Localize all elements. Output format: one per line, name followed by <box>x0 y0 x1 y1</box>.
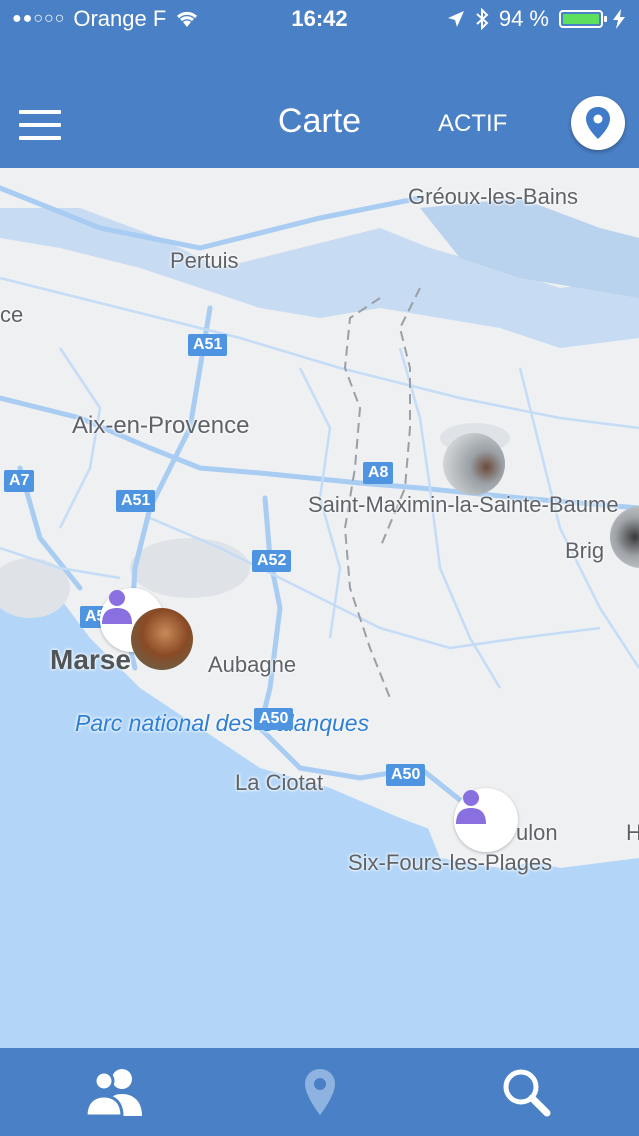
battery-percent: 94 % <box>498 6 549 31</box>
map-view[interactable]: Gréoux-les-Bains Pertuis ce Aix-en-Prove… <box>0 168 639 1048</box>
place-ce: ce <box>0 302 24 327</box>
friends-icon <box>84 1069 142 1118</box>
road-shield-a50-left: A50 <box>254 708 294 730</box>
location-button[interactable] <box>571 96 625 150</box>
road-shield-a51-top: A51 <box>188 334 228 356</box>
search-icon <box>503 1069 551 1117</box>
status-bar: ●●○○○ Orange F 16:42 94 % <box>0 0 639 40</box>
location-arrow-icon <box>447 11 464 27</box>
place-aubagne: Aubagne <box>208 652 297 677</box>
road-shield-a7: A7 <box>4 470 35 492</box>
user-icon <box>102 590 132 624</box>
battery-icon <box>559 10 607 28</box>
place-saint-maximin: Saint-Maximin-la-Sainte-Baume <box>308 492 619 517</box>
tab-search[interactable] <box>494 1062 558 1122</box>
road-shield-a50-right: A50 <box>386 764 426 786</box>
place-brig: Brig <box>565 538 605 563</box>
place-parc-calanques: Parc national des Calanques <box>75 710 370 736</box>
user-avatar-grey[interactable] <box>443 433 505 495</box>
place-h: H <box>626 820 639 845</box>
user-icon <box>456 790 486 824</box>
place-la-ciotat: La Ciotat <box>235 770 324 795</box>
user-avatar-bearded[interactable] <box>131 608 193 670</box>
app-header: Carte ACTIF <box>0 40 639 168</box>
tab-friends[interactable] <box>82 1062 146 1122</box>
place-aix-en-provence: Aix-en-Provence <box>72 412 250 439</box>
charging-icon <box>613 9 625 29</box>
road-shield-a51-mid: A51 <box>116 490 156 512</box>
map-pin-icon <box>586 107 610 139</box>
place-greoux-les-bains: Gréoux-les-Bains <box>408 184 578 209</box>
bottom-tab-bar <box>0 1048 639 1136</box>
page-title: Carte <box>277 102 362 140</box>
battery-fill <box>563 14 599 24</box>
user-marker-toulon[interactable] <box>454 788 518 852</box>
road-shield-a52: A52 <box>252 550 292 572</box>
road-shield-a8: A8 <box>363 462 394 484</box>
status-right: 94 % <box>447 6 625 32</box>
bluetooth-icon <box>476 8 489 30</box>
map-pin-icon <box>305 1069 335 1115</box>
tab-map[interactable] <box>288 1062 352 1122</box>
place-six-fours: Six-Fours-les-Plages <box>348 850 553 875</box>
actif-toggle[interactable]: ACTIF <box>438 110 507 138</box>
place-toulon: ulon <box>516 820 558 845</box>
place-pertuis: Pertuis <box>170 248 239 273</box>
